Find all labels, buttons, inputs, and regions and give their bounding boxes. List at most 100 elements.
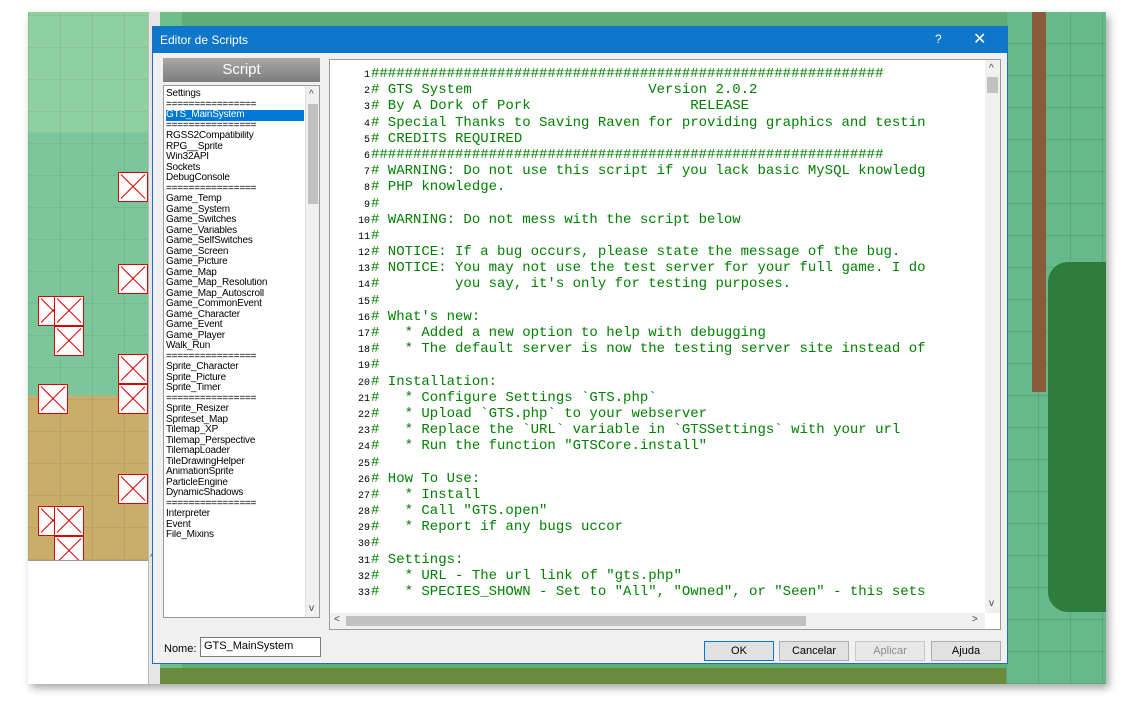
scrollbar-thumb[interactable] <box>987 77 998 93</box>
script-list-item[interactable]: Interpreter <box>166 509 304 520</box>
code-line[interactable]: 29# * Report if any bugs uccor <box>330 519 986 535</box>
list-separator[interactable]: ================ <box>166 499 304 510</box>
script-list-item[interactable]: Game_Map_Resolution <box>166 278 304 289</box>
code-line[interactable]: 30# <box>330 535 986 551</box>
chevron-down-icon[interactable]: v <box>309 603 314 614</box>
script-list-item[interactable]: Game_Picture <box>166 257 304 268</box>
code-line[interactable]: 31# Settings: <box>330 552 986 568</box>
script-list-item[interactable]: File_Mixins <box>166 530 304 541</box>
script-list-item[interactable]: ParticleEngine <box>166 478 304 489</box>
code-line[interactable]: 11# <box>330 228 986 244</box>
script-list-item[interactable]: DebugConsole <box>166 173 304 184</box>
tileset-panel[interactable] <box>28 12 148 566</box>
script-list-item[interactable]: Game_Map <box>166 268 304 279</box>
script-list-item[interactable]: Sockets <box>166 163 304 174</box>
help-button[interactable]: Ajuda <box>931 641 1001 661</box>
list-separator[interactable]: ================ <box>166 352 304 363</box>
scrollbar-thumb[interactable] <box>308 104 318 204</box>
code-line[interactable]: 2# GTS System Version 2.0.2 <box>330 82 986 98</box>
script-list-item[interactable]: Game_CommonEvent <box>166 299 304 310</box>
apply-button[interactable]: Aplicar <box>855 641 925 661</box>
code-line[interactable]: 24# * Run the function "GTSCore.install" <box>330 438 986 454</box>
code-line[interactable]: 25# <box>330 455 986 471</box>
code-line[interactable]: 5# CREDITS REQUIRED <box>330 131 986 147</box>
script-list-item[interactable]: RGSS2Compatibility <box>166 131 304 142</box>
title-bar[interactable]: Editor de Scripts ? ✕ <box>153 27 1007 53</box>
code-editor[interactable]: 1#######################################… <box>329 59 1001 630</box>
script-list-item[interactable]: DynamicShadows <box>166 488 304 499</box>
editor-vertical-scrollbar[interactable]: ^ v <box>985 60 1000 613</box>
chevron-up-icon[interactable]: ^ <box>989 63 994 74</box>
script-list-item[interactable]: Game_System <box>166 205 304 216</box>
code-line[interactable]: 6#######################################… <box>330 147 986 163</box>
script-list-item[interactable]: Game_Map_Autoscroll <box>166 289 304 300</box>
code-line[interactable]: 1#######################################… <box>330 66 986 82</box>
script-list-item[interactable]: Settings <box>166 89 304 100</box>
script-list-item[interactable]: Sprite_Resizer <box>166 404 304 415</box>
script-name-field[interactable]: GTS_MainSystem <box>200 637 321 657</box>
cancel-button[interactable]: Cancelar <box>779 641 849 661</box>
chevron-right-icon[interactable]: > <box>972 614 978 625</box>
code-line[interactable]: 21# * Configure Settings `GTS.php` <box>330 390 986 406</box>
script-list-item[interactable]: TilemapLoader <box>166 446 304 457</box>
script-list-item[interactable]: AnimationSprite <box>166 467 304 478</box>
script-list-item[interactable]: Game_Temp <box>166 194 304 205</box>
close-icon[interactable]: ✕ <box>973 29 986 49</box>
chevron-up-icon[interactable]: ^ <box>309 89 314 100</box>
script-list-item[interactable]: Game_Event <box>166 320 304 331</box>
code-line[interactable]: 17# * Added a new option to help with de… <box>330 325 986 341</box>
code-line[interactable]: 10# WARNING: Do not mess with the script… <box>330 212 986 228</box>
code-line[interactable]: 18# * The default server is now the test… <box>330 341 986 357</box>
script-list-item[interactable]: Sprite_Picture <box>166 373 304 384</box>
script-list-item[interactable]: GTS_MainSystem <box>166 110 304 121</box>
code-line[interactable]: 9# <box>330 196 986 212</box>
script-list-item[interactable]: Win32API <box>166 152 304 163</box>
ok-button[interactable]: OK <box>704 641 774 661</box>
chevron-down-icon[interactable]: v <box>989 598 994 609</box>
scrollbar-thumb[interactable] <box>346 616 806 626</box>
code-line[interactable]: 8# PHP knowledge. <box>330 179 986 195</box>
code-line[interactable]: 27# * Install <box>330 487 986 503</box>
code-line[interactable]: 28# * Call "GTS.open" <box>330 503 986 519</box>
editor-horizontal-scrollbar[interactable]: < > <box>330 613 985 629</box>
code-line[interactable]: 22# * Upload `GTS.php` to your webserver <box>330 406 986 422</box>
code-line[interactable]: 14# you say, it's only for testing purpo… <box>330 276 986 292</box>
code-line[interactable]: 16# What's new: <box>330 309 986 325</box>
script-list-scrollbar[interactable]: ^ v <box>305 86 319 617</box>
code-line[interactable]: 26# How To Use: <box>330 471 986 487</box>
script-list-item[interactable]: Sprite_Character <box>166 362 304 373</box>
code-line[interactable]: 33# * SPECIES_SHOWN - Set to "All", "Own… <box>330 584 986 600</box>
code-line[interactable]: 32# * URL - The url link of "gts.php" <box>330 568 986 584</box>
list-separator[interactable]: ================ <box>166 121 304 132</box>
script-list-item[interactable]: Game_Player <box>166 331 304 342</box>
code-line[interactable]: 13# NOTICE: You may not use the test ser… <box>330 260 986 276</box>
script-list[interactable]: Settings ================ GTS_MainSystem ==… <box>163 85 320 618</box>
map-canvas-bottom[interactable] <box>160 668 1006 684</box>
list-separator[interactable]: ================ <box>166 100 304 111</box>
script-list-item[interactable]: RPG__Sprite <box>166 142 304 153</box>
script-list-item[interactable]: Walk_Run <box>166 341 304 352</box>
code-line[interactable]: 3# By A Dork of Pork RELEASE <box>330 98 986 114</box>
help-icon[interactable]: ? <box>935 32 942 46</box>
code-line[interactable]: 23# * Replace the `URL` variable in `GTS… <box>330 422 986 438</box>
list-separator[interactable]: ================ <box>166 184 304 195</box>
script-list-item[interactable]: Tilemap_XP <box>166 425 304 436</box>
code-line[interactable]: 19# <box>330 357 986 373</box>
script-list-item[interactable]: Event <box>166 520 304 531</box>
list-separator[interactable]: ================ <box>166 394 304 405</box>
code-line[interactable]: 4# Special Thanks to Saving Raven for pr… <box>330 115 986 131</box>
script-list-item[interactable]: Game_SelfSwitches <box>166 236 304 247</box>
code-line[interactable]: 20# Installation: <box>330 374 986 390</box>
script-list-item[interactable]: Game_Screen <box>166 247 304 258</box>
script-list-item[interactable]: TileDrawingHelper <box>166 457 304 468</box>
script-list-item[interactable]: Sprite_Timer <box>166 383 304 394</box>
code-line[interactable]: 15# <box>330 293 986 309</box>
script-list-item[interactable]: Game_Character <box>166 310 304 321</box>
script-list-item[interactable]: Tilemap_Perspective <box>166 436 304 447</box>
script-list-item[interactable]: Spriteset_Map <box>166 415 304 426</box>
script-list-item[interactable]: Game_Switches <box>166 215 304 226</box>
code-line[interactable]: 12# NOTICE: If a bug occurs, please stat… <box>330 244 986 260</box>
chevron-left-icon[interactable]: < <box>334 614 340 625</box>
code-line[interactable]: 7# WARNING: Do not use this script if yo… <box>330 163 986 179</box>
script-list-item[interactable]: Game_Variables <box>166 226 304 237</box>
